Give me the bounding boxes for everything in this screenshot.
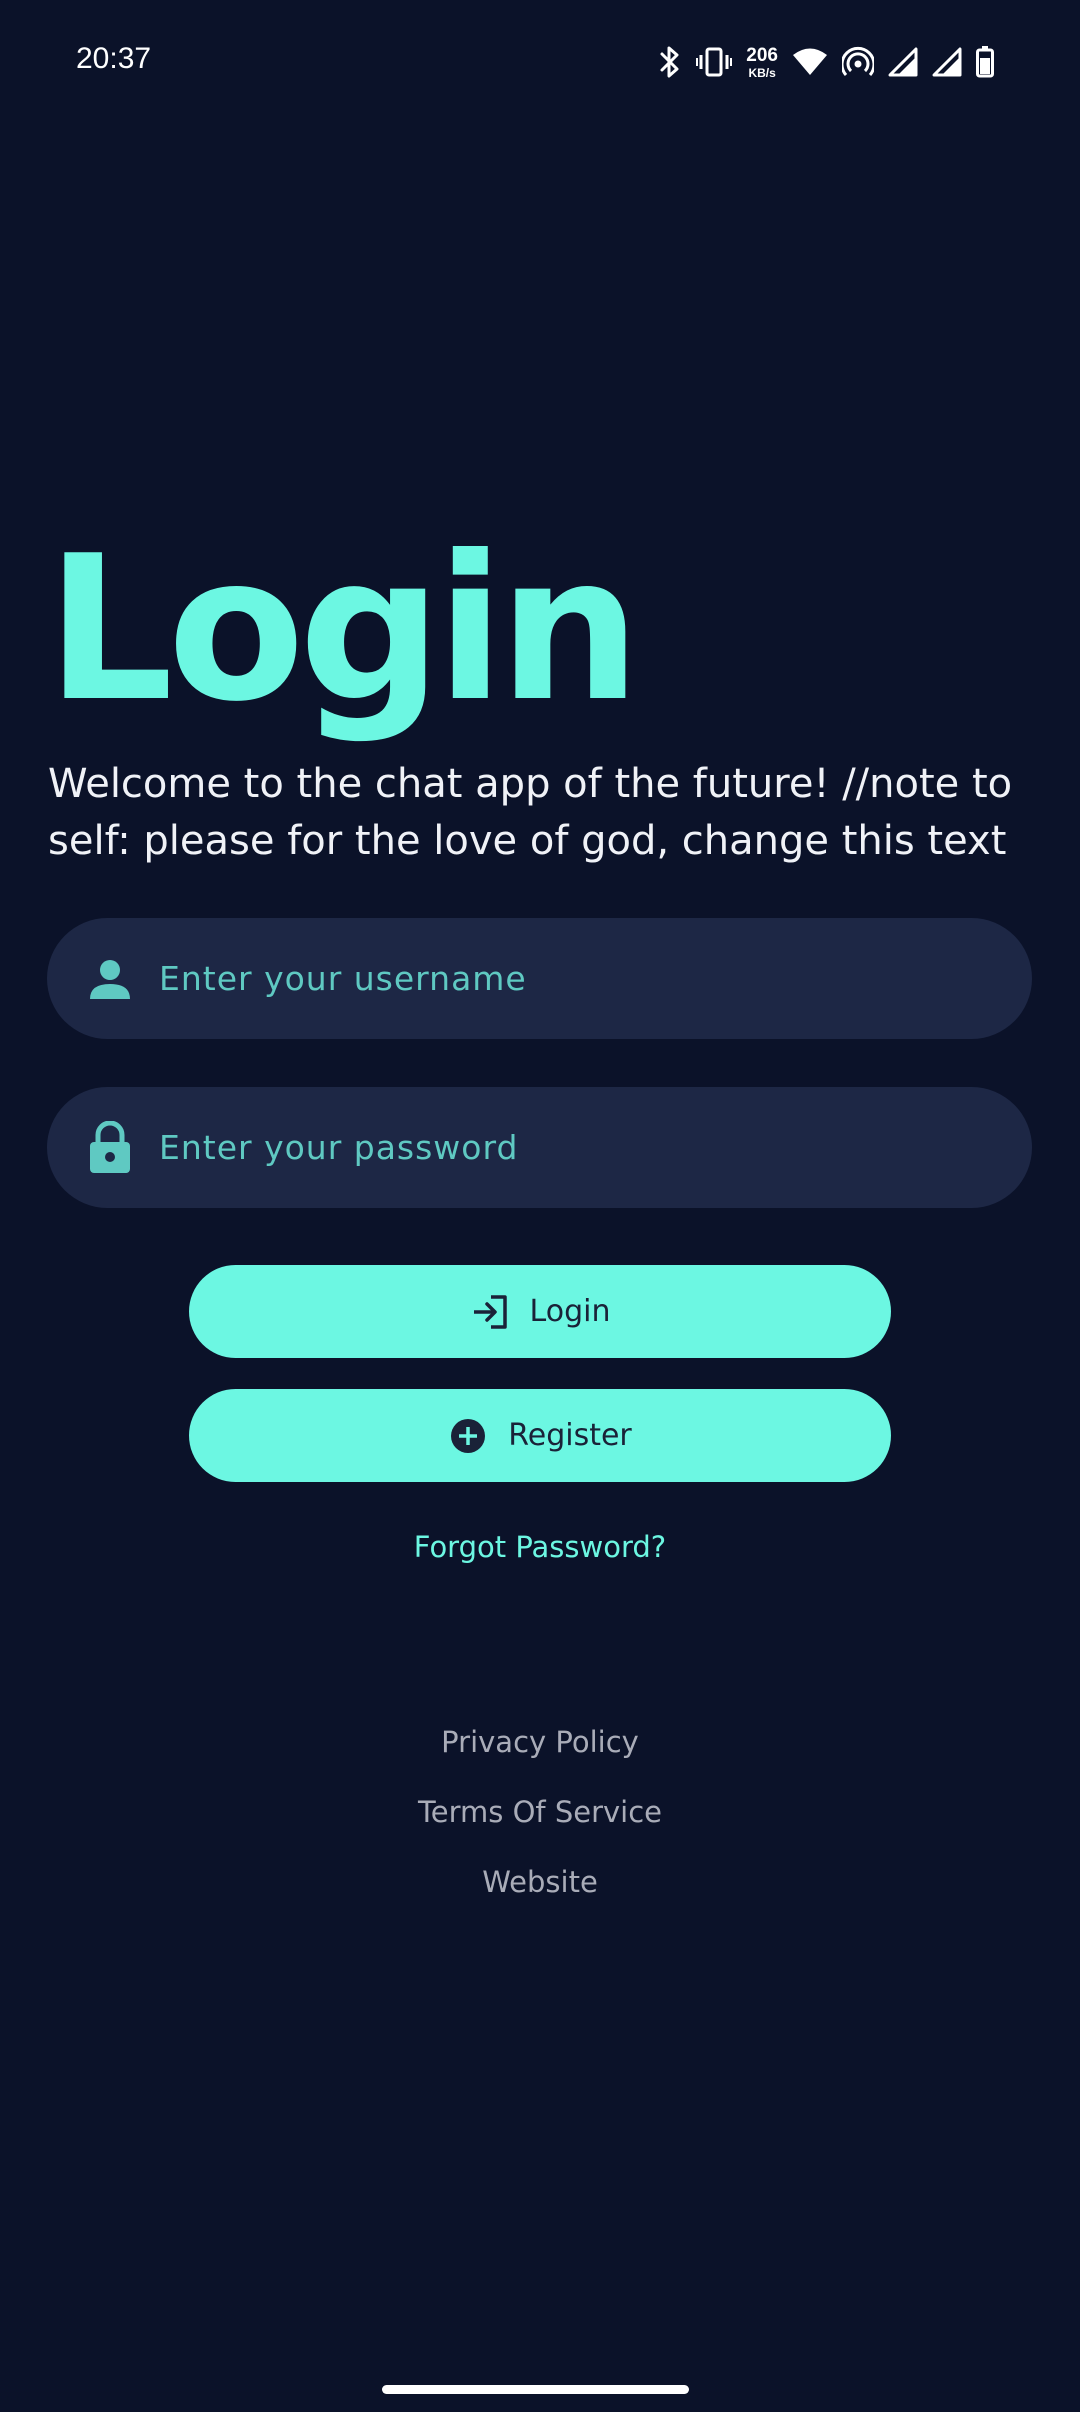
- forgot-password-link[interactable]: Forgot Password?: [0, 1530, 1080, 1564]
- status-icons: 206 KB/s: [658, 40, 994, 84]
- password-input[interactable]: [159, 1087, 999, 1208]
- page-subtitle: Welcome to the chat app of the future! /…: [48, 761, 1013, 864]
- bluetooth-icon: [658, 45, 682, 79]
- vibrate-icon: [696, 46, 733, 78]
- login-button-label: Login: [529, 1294, 611, 1329]
- person-icon: [82, 951, 138, 1007]
- network-speed-value: 206: [746, 44, 778, 66]
- signal-icon: [888, 47, 918, 77]
- home-indicator[interactable]: [382, 2385, 689, 2394]
- register-button-label: Register: [508, 1418, 632, 1453]
- status-bar: 20:37 206 KB/s: [0, 0, 1080, 120]
- login-icon: [470, 1292, 510, 1332]
- signal-icon-2: [932, 47, 962, 77]
- login-button[interactable]: Login: [189, 1265, 891, 1358]
- username-input[interactable]: [159, 918, 999, 1039]
- password-field[interactable]: [47, 1087, 1032, 1208]
- username-field[interactable]: [47, 918, 1032, 1039]
- page-title: Login: [46, 513, 641, 746]
- status-time: 20:37: [76, 42, 152, 75]
- lock-icon: [82, 1120, 138, 1176]
- battery-icon: [976, 46, 994, 78]
- hotspot-icon: [842, 46, 874, 78]
- terms-of-service-link[interactable]: Terms Of Service: [0, 1795, 1080, 1829]
- privacy-policy-link[interactable]: Privacy Policy: [0, 1725, 1080, 1759]
- wifi-icon: [792, 47, 828, 77]
- network-speed: 206 KB/s: [746, 46, 778, 79]
- register-button[interactable]: Register: [189, 1389, 891, 1482]
- login-screen: 20:37 206 KB/s Login Welcome to the chat…: [0, 0, 1080, 2412]
- website-link[interactable]: Website: [0, 1865, 1080, 1899]
- add-circle-icon: [448, 1416, 488, 1456]
- network-speed-unit: KB/s: [748, 65, 776, 80]
